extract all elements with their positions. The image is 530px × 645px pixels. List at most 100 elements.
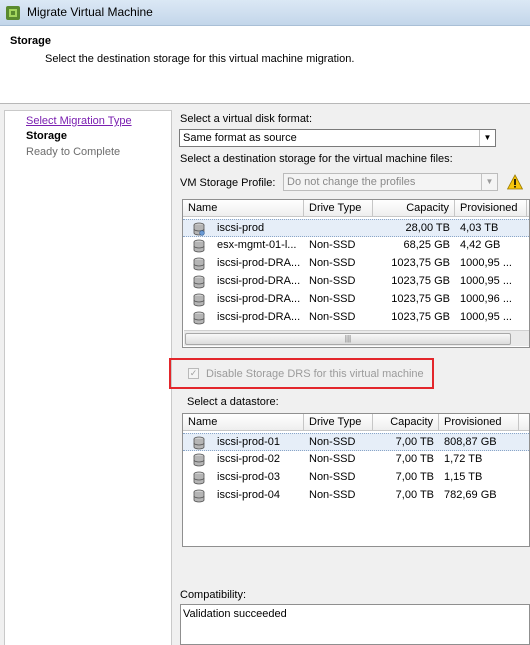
cell-drive-type: Non-SSD <box>309 293 356 305</box>
column-header-name[interactable]: Name <box>183 414 304 431</box>
table-row[interactable]: iscsi-prod-04 Non-SSD 7,00 TB 782,69 GB <box>183 487 529 505</box>
table-row[interactable]: iscsi-prod-DRA... Non-SSD 1023,75 GB 100… <box>183 291 529 309</box>
step-ready-to-complete: Ready to Complete <box>26 146 121 158</box>
storage-profile-select[interactable]: Do not change the profiles ▼ <box>283 173 498 191</box>
table-row[interactable]: iscsi-prod-DRA... Non-SSD 1023,75 GB 100… <box>183 273 529 291</box>
cell-capacity: 1023,75 GB <box>391 275 450 287</box>
disk-format-value: Same format as source <box>183 132 297 144</box>
cell-provisioned: 1,15 TB <box>444 471 483 483</box>
table-row[interactable]: iscsi-prod-01 Non-SSD 7,00 TB 808,87 GB <box>183 433 529 451</box>
datastore-icon <box>193 436 205 450</box>
cell-provisioned: 1000,95 ... <box>460 275 512 287</box>
column-header-provisioned[interactable]: Provisioned <box>455 200 527 217</box>
cell-capacity: 28,00 TB <box>405 222 450 234</box>
cell-provisioned: 4,42 GB <box>460 239 501 251</box>
cell-provisioned: 782,69 GB <box>444 489 497 501</box>
datastore-icon <box>193 293 205 307</box>
cell-name: iscsi-prod-04 <box>217 489 280 501</box>
cell-name: iscsi-prod-DRA... <box>217 293 301 305</box>
cell-capacity: 7,00 TB <box>395 436 434 448</box>
cell-name: iscsi-prod-02 <box>217 453 280 465</box>
vsphere-app-icon <box>6 6 20 20</box>
table-row[interactable]: iscsi-prod-DRA... Non-SSD 1023,75 GB 100… <box>183 255 529 273</box>
cell-provisioned: 1000,95 ... <box>460 311 512 323</box>
cell-capacity: 68,25 GB <box>403 239 450 251</box>
storage-table: Name Drive Type Capacity Provisioned isc… <box>182 199 530 348</box>
datastore-icon <box>193 239 205 253</box>
wizard-steps-pane: Select Migration Type Storage Ready to C… <box>4 110 172 645</box>
disk-format-select[interactable]: Same format as source ▼ <box>179 129 496 147</box>
disk-format-label: Select a virtual disk format: <box>180 113 313 125</box>
cell-capacity: 1023,75 GB <box>391 293 450 305</box>
cell-drive-type: Non-SSD <box>309 275 356 287</box>
page-title: Storage <box>10 35 51 47</box>
cell-capacity: 7,00 TB <box>395 453 434 465</box>
cell-provisioned: 4,03 TB <box>460 222 499 234</box>
cell-capacity: 7,00 TB <box>395 471 434 483</box>
chevron-down-icon: ▼ <box>481 174 497 190</box>
cell-name: iscsi-prod-03 <box>217 471 280 483</box>
table-row[interactable]: iscsi-prod-03 Non-SSD 7,00 TB 1,15 TB <box>183 469 529 487</box>
page-description: Select the destination storage for this … <box>45 53 355 65</box>
compatibility-box: Validation succeeded <box>180 604 530 645</box>
horizontal-scrollbar[interactable]: ||| <box>184 330 529 346</box>
step-storage: Storage <box>26 130 67 142</box>
table-row[interactable]: iscsi-prod-DRA... Non-SSD 1023,75 GB 100… <box>183 309 529 327</box>
step-select-migration-type[interactable]: Select Migration Type <box>26 115 132 127</box>
warning-icon <box>507 174 523 190</box>
datastore-table-header: Name Drive Type Capacity Provisioned <box>183 414 529 431</box>
window-titlebar[interactable]: Migrate Virtual Machine <box>0 0 530 26</box>
cell-provisioned: 808,87 GB <box>444 436 497 448</box>
cell-provisioned: 1000,96 ... <box>460 293 512 305</box>
cell-name: iscsi-prod <box>217 222 265 234</box>
chevron-down-icon: ▼ <box>479 130 495 146</box>
cell-name: iscsi-prod-01 <box>217 436 280 448</box>
datastore-icon <box>193 311 205 325</box>
column-header-name[interactable]: Name <box>183 200 304 217</box>
compatibility-label: Compatibility: <box>180 589 247 601</box>
cell-drive-type: Non-SSD <box>309 489 356 501</box>
cell-drive-type: Non-SSD <box>309 311 356 323</box>
storage-profile-label: VM Storage Profile: <box>180 177 276 189</box>
compatibility-status: Validation succeeded <box>183 608 287 620</box>
cell-name: iscsi-prod-DRA... <box>217 257 301 269</box>
column-header-capacity[interactable]: Capacity <box>373 200 455 217</box>
scrollbar-thumb[interactable]: ||| <box>185 333 511 345</box>
datastore-icon <box>193 471 205 485</box>
datastore-table: Name Drive Type Capacity Provisioned isc… <box>182 413 530 547</box>
datastore-icon <box>193 275 205 289</box>
datastore-cluster-icon <box>193 222 205 236</box>
disable-drs-label: Disable Storage DRS for this virtual mac… <box>206 368 424 380</box>
column-header-capacity[interactable]: Capacity <box>373 414 439 431</box>
datastore-icon <box>193 453 205 467</box>
window-title: Migrate Virtual Machine <box>27 5 153 19</box>
wizard-header: Storage Select the destination storage f… <box>0 26 530 104</box>
table-row[interactable]: iscsi-prod 28,00 TB 4,03 TB <box>183 219 529 237</box>
datastore-icon <box>193 489 205 503</box>
datastore-icon <box>193 257 205 271</box>
cell-capacity: 1023,75 GB <box>391 257 450 269</box>
cell-drive-type: Non-SSD <box>309 436 356 448</box>
cell-provisioned: 1,72 TB <box>444 453 483 465</box>
cell-drive-type: Non-SSD <box>309 453 356 465</box>
cell-provisioned: 1000,95 ... <box>460 257 512 269</box>
cell-drive-type: Non-SSD <box>309 471 356 483</box>
disable-drs-highlight: ✓ Disable Storage DRS for this virtual m… <box>169 358 434 389</box>
column-header-drive-type[interactable]: Drive Type <box>304 414 373 431</box>
storage-profile-value: Do not change the profiles <box>287 176 416 188</box>
disable-drs-checkbox[interactable]: ✓ <box>188 368 199 379</box>
storage-table-header: Name Drive Type Capacity Provisioned <box>183 200 529 217</box>
cell-name: iscsi-prod-DRA... <box>217 311 301 323</box>
cell-capacity: 7,00 TB <box>395 489 434 501</box>
cell-capacity: 1023,75 GB <box>391 311 450 323</box>
cell-name: esx-mgmt-01-l... <box>217 239 297 251</box>
datastore-label: Select a datastore: <box>187 396 279 408</box>
table-row[interactable]: iscsi-prod-02 Non-SSD 7,00 TB 1,72 TB <box>183 451 529 469</box>
destination-storage-label: Select a destination storage for the vir… <box>180 153 453 165</box>
cell-name: iscsi-prod-DRA... <box>217 275 301 287</box>
column-header-drive-type[interactable]: Drive Type <box>304 200 373 217</box>
cell-drive-type: Non-SSD <box>309 257 356 269</box>
column-header-provisioned[interactable]: Provisioned <box>439 414 519 431</box>
cell-drive-type: Non-SSD <box>309 239 356 251</box>
table-row[interactable]: esx-mgmt-01-l... Non-SSD 68,25 GB 4,42 G… <box>183 237 529 255</box>
